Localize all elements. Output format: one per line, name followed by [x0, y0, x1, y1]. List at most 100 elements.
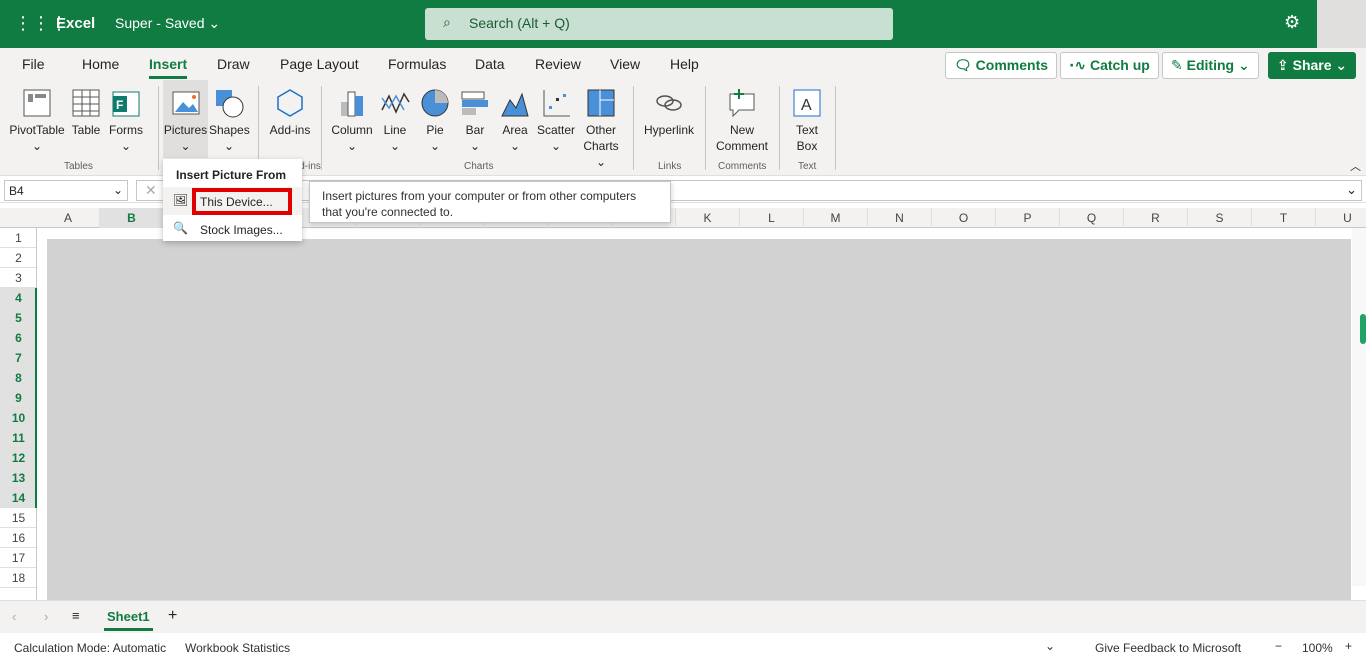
tab-insert[interactable]: Insert [149, 56, 188, 79]
next-sheet-icon[interactable]: › [44, 609, 48, 624]
column-chart-button[interactable]: Column ⌄ [329, 80, 375, 154]
feedback-link[interactable]: Give Feedback to Microsoft [1095, 641, 1241, 655]
row-header[interactable]: 10 [0, 408, 37, 428]
add-ins-button[interactable]: Add-ins [266, 80, 314, 138]
pivottable-button[interactable]: PivotTable ⌄ [8, 80, 66, 154]
tab-draw[interactable]: Draw [217, 56, 250, 72]
row-header[interactable]: 17 [0, 548, 37, 568]
pictures-button[interactable]: Pictures ⌄ [163, 80, 208, 158]
pie-chart-button[interactable]: Pie ⌄ [417, 80, 453, 154]
expand-formula-icon[interactable]: ⌄ [1346, 182, 1357, 198]
all-sheets-icon[interactable]: ≡ [72, 608, 80, 623]
column-header[interactable]: S [1188, 208, 1252, 228]
comment-icon: 🗨 [954, 57, 972, 73]
text-box-button[interactable]: A Text Box [786, 80, 828, 154]
hyperlink-button[interactable]: Hyperlink [640, 80, 698, 138]
pencil-icon: ✎ [1171, 57, 1183, 73]
column-header[interactable]: L [740, 208, 804, 228]
share-button[interactable]: ⇪ Share ⌄ [1268, 52, 1357, 79]
column-header[interactable]: O [932, 208, 996, 228]
table-button[interactable]: Table [68, 80, 104, 138]
tab-file[interactable]: File [22, 56, 45, 72]
area-chart-button[interactable]: Area ⌄ [497, 80, 533, 154]
cancel-icon[interactable]: ✕ [145, 182, 157, 199]
column-header[interactable]: A [37, 208, 100, 228]
search-input[interactable]: ⌕ Search (Alt + Q) [425, 8, 893, 40]
row-header[interactable]: 7 [0, 348, 37, 368]
bar-chart-icon [461, 91, 488, 115]
column-header[interactable]: M [804, 208, 868, 228]
column-header[interactable]: N [868, 208, 932, 228]
row-header[interactable]: 11 [0, 428, 37, 448]
calc-mode[interactable]: Calculation Mode: Automatic [14, 641, 166, 655]
tab-formulas[interactable]: Formulas [388, 56, 446, 72]
vertical-scrollbar[interactable] [1352, 228, 1366, 586]
sheet-tab-sheet1[interactable]: Sheet1 [104, 609, 153, 631]
column-header[interactable]: B [100, 208, 164, 228]
column-header[interactable]: Q [1060, 208, 1124, 228]
zoom-level: 100% [1302, 641, 1333, 655]
doc-title[interactable]: Super - Saved ⌄ [115, 15, 220, 32]
row-header[interactable]: 2 [0, 248, 37, 268]
row-header[interactable]: 4 [0, 288, 37, 308]
svg-text:A: A [801, 97, 812, 114]
row-header[interactable]: 8 [0, 368, 37, 388]
menu-item-this-device[interactable]: 🖼 This Device... [163, 187, 302, 215]
other-charts-button[interactable]: Other Charts ⌄ [578, 80, 624, 170]
settings-icon[interactable]: ⚙ [1284, 12, 1300, 33]
tab-help[interactable]: Help [670, 56, 699, 72]
comments-button[interactable]: 🗨 Comments [945, 52, 1058, 79]
row-header[interactable]: 5 [0, 308, 37, 328]
collapse-ribbon-icon[interactable]: ︿ [1350, 158, 1361, 174]
new-comment-button[interactable]: New Comment [712, 80, 772, 154]
zoom-in-icon[interactable]: + [1345, 639, 1352, 653]
catch-up-button[interactable]: ⋅∿ Catch up [1060, 52, 1159, 79]
column-header[interactable]: R [1124, 208, 1188, 228]
column-header[interactable]: K [676, 208, 740, 228]
row-header[interactable]: 9 [0, 388, 37, 408]
column-label: Column [331, 123, 373, 137]
row-header[interactable]: 1 [0, 228, 37, 248]
row-header[interactable]: 14 [0, 488, 37, 508]
name-box[interactable]: B4 ⌄ [4, 180, 128, 201]
status-chevron-icon[interactable]: ⌄ [1045, 639, 1055, 653]
column-header[interactable]: T [1252, 208, 1316, 228]
app-name[interactable]: Excel [56, 15, 95, 32]
workbook-statistics[interactable]: Workbook Statistics [185, 641, 290, 655]
menu-item-stock-images[interactable]: 🔍 Stock Images... [163, 217, 302, 241]
row-header[interactable]: 12 [0, 448, 37, 468]
zoom-out-icon[interactable]: − [1275, 639, 1282, 653]
add-sheet-icon[interactable]: + [168, 607, 177, 625]
share-label: Share [1292, 57, 1332, 73]
bar-chart-button[interactable]: Bar ⌄ [457, 80, 493, 154]
scroll-thumb[interactable] [1360, 314, 1366, 344]
row-header[interactable]: 15 [0, 508, 37, 528]
forms-button[interactable]: F Forms ⌄ [106, 80, 146, 154]
tab-data[interactable]: Data [475, 56, 505, 72]
tab-page-layout[interactable]: Page Layout [280, 56, 359, 72]
row-header[interactable]: 6 [0, 328, 37, 348]
column-header[interactable]: P [996, 208, 1060, 228]
status-bar: Calculation Mode: Automatic Workbook Sta… [0, 636, 1366, 657]
line-chart-button[interactable]: Line ⌄ [377, 80, 413, 154]
other-charts-icon [587, 89, 615, 117]
column-header[interactable]: U [1316, 208, 1366, 228]
area-label: Area [502, 123, 528, 137]
name-box-value: B4 [9, 184, 24, 198]
account-avatar[interactable] [1317, 0, 1366, 48]
tab-home[interactable]: Home [82, 56, 119, 72]
prev-sheet-icon[interactable]: ‹ [12, 609, 16, 624]
add-ins-label: Add-ins [269, 123, 311, 137]
row-header[interactable]: 18 [0, 568, 37, 588]
row-header[interactable]: 13 [0, 468, 37, 488]
scatter-chart-button[interactable]: Scatter ⌄ [535, 80, 577, 154]
tab-review[interactable]: Review [535, 56, 581, 72]
editing-button[interactable]: ✎ Editing ⌄ [1162, 52, 1259, 79]
add-ins-icon [277, 89, 303, 117]
shapes-button[interactable]: Shapes ⌄ [209, 80, 250, 154]
new-comment-label: New Comment [715, 123, 768, 153]
row-header[interactable]: 3 [0, 268, 37, 288]
forms-label: Forms [109, 123, 143, 137]
tab-view[interactable]: View [610, 56, 640, 72]
row-header[interactable]: 16 [0, 528, 37, 548]
